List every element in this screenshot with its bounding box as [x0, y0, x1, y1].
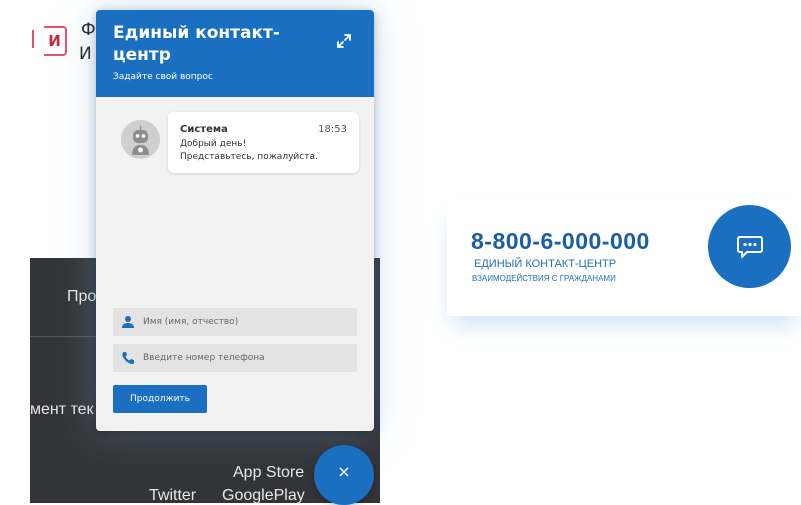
phone-input[interactable] [143, 344, 348, 372]
contact-phone[interactable]: 8-800-6-000-000 [471, 228, 650, 255]
twitter-link[interactable]: Twitter [149, 487, 196, 505]
logo-mark [32, 30, 42, 48]
contact-center-subtitle: ВЗАИМОДЕЙСТВИЯ С ГРАЖДАНАМИ [472, 274, 616, 283]
open-chat-button[interactable] [708, 205, 791, 288]
app-store-link[interactable]: App Store [233, 464, 304, 482]
footer-link[interactable]: мент тек [30, 401, 94, 419]
chat-title: Единый контакт-центр [113, 23, 280, 65]
name-input[interactable] [143, 308, 348, 336]
expand-icon[interactable] [336, 33, 352, 49]
message-time: 18:53 [318, 124, 347, 135]
chat-message: Система 18:53 Добрый день! Представьтесь… [168, 112, 359, 173]
chat-widget: Единый контакт-центр Задайте свой вопрос… [96, 10, 374, 431]
footer-link[interactable]: Про [67, 288, 96, 306]
chat-bubble-icon [737, 236, 763, 258]
message-text: Добрый день! [180, 139, 247, 149]
footer-divider [30, 336, 100, 337]
name-field[interactable] [113, 308, 357, 336]
robot-avatar-icon [121, 120, 160, 159]
contact-center-title: ЕДИНЫЙ КОНТАКТ-ЦЕНТР [474, 258, 617, 270]
user-icon [122, 316, 134, 328]
phone-icon [122, 352, 134, 364]
site-logo[interactable]: И [44, 26, 67, 56]
close-chat-button[interactable]: × [314, 445, 374, 505]
close-icon: × [337, 462, 351, 481]
header-text-line1: Ф [81, 20, 96, 40]
google-play-link[interactable]: GooglePlay [222, 487, 305, 505]
message-text: Представьтесь, пожалуйста. [180, 152, 318, 162]
header-text-line2: И [79, 44, 92, 64]
chat-subtitle: Задайте свой вопрос [113, 72, 213, 82]
chat-header: Единый контакт-центр Задайте свой вопрос [96, 10, 374, 97]
phone-field[interactable] [113, 344, 357, 372]
message-sender: Система [180, 124, 228, 135]
continue-button[interactable]: Продолжить [113, 385, 207, 413]
